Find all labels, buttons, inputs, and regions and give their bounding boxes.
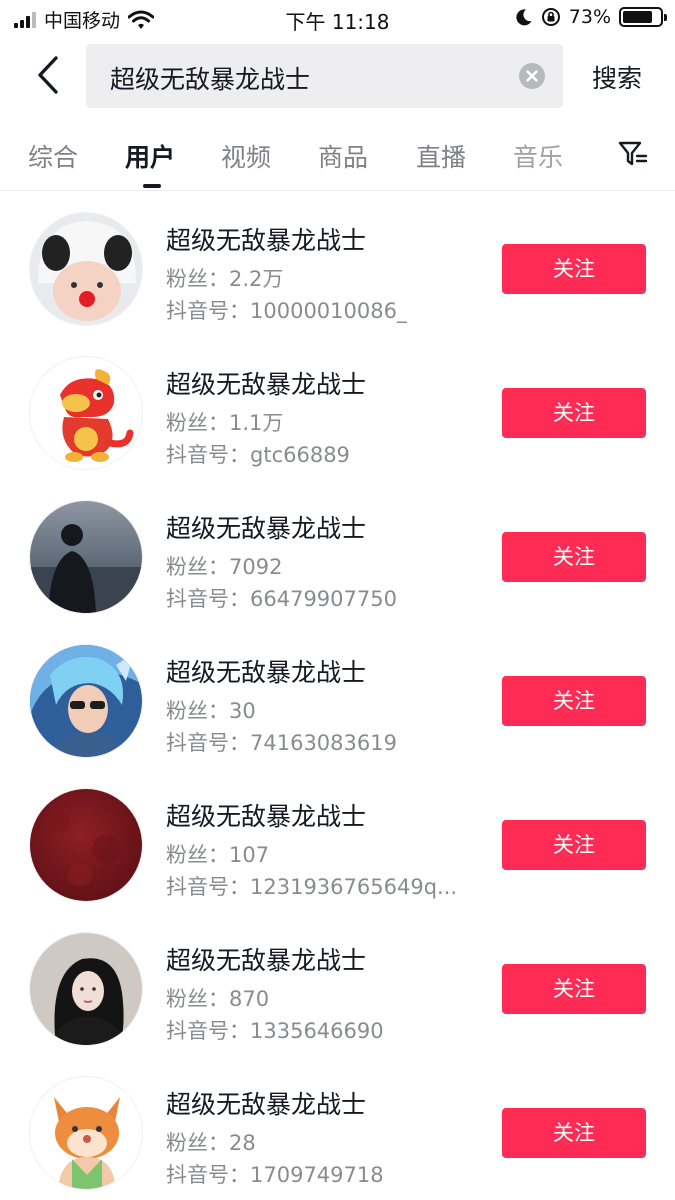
- douyin-id: 抖音号：1709749718: [166, 1163, 384, 1187]
- user-name: 超级无敌暴龙战士: [166, 658, 367, 687]
- woman-portrait-avatar: [30, 933, 142, 1045]
- follow-button[interactable]: 关注: [502, 820, 646, 870]
- douyin-id: 抖音号：1335646690: [166, 1019, 384, 1043]
- follow-button[interactable]: 关注: [502, 532, 646, 582]
- follow-button[interactable]: 关注: [502, 676, 646, 726]
- user-row[interactable]: 超级无敌暴龙战士 粉丝：30 抖音号：74163083619 关注: [0, 623, 675, 767]
- douyin-id: 抖音号：10000010086_: [166, 299, 408, 323]
- search-button[interactable]: 搜索: [592, 59, 642, 95]
- avatar[interactable]: [29, 1076, 143, 1190]
- active-tab-indicator: [143, 184, 161, 188]
- tab-products[interactable]: 商品: [318, 138, 368, 174]
- filter-icon[interactable]: [618, 140, 648, 168]
- user-row[interactable]: 超级无敌暴龙战士 粉丝：1.1万 抖音号：gtc66889 关注: [0, 335, 675, 479]
- battery-percent: 73%: [568, 6, 611, 28]
- user-row[interactable]: 超级无敌暴龙战士 粉丝：870 抖音号：1335646690 关注: [0, 911, 675, 1055]
- follow-button[interactable]: 关注: [502, 1108, 646, 1158]
- follow-button[interactable]: 关注: [502, 244, 646, 294]
- user-name: 超级无敌暴龙战士: [166, 226, 367, 255]
- tab-users[interactable]: 用户: [125, 138, 175, 174]
- rotation-lock-icon: [541, 8, 560, 26]
- status-bar: 中国移动 下午 11:18 73%: [0, 0, 675, 38]
- avatar[interactable]: [29, 932, 143, 1046]
- clear-icon[interactable]: [519, 63, 545, 89]
- fans-count: 粉丝：28: [166, 1131, 256, 1155]
- follow-button[interactable]: 关注: [502, 388, 646, 438]
- user-name: 超级无敌暴龙战士: [166, 802, 367, 831]
- avatar[interactable]: [29, 356, 143, 470]
- search-input[interactable]: 超级无敌暴龙战士: [86, 44, 563, 108]
- battery-icon: [619, 7, 667, 27]
- user-row[interactable]: 超级无敌暴龙战士 粉丝：28 抖音号：1709749718 关注: [0, 1055, 675, 1199]
- avatar[interactable]: [29, 788, 143, 902]
- back-icon[interactable]: [28, 52, 68, 98]
- avatar[interactable]: [29, 644, 143, 758]
- user-row[interactable]: 超级无敌暴龙战士 粉丝：2.2万 抖音号：10000010086_ 关注: [0, 191, 675, 335]
- fans-count: 粉丝：30: [166, 699, 256, 723]
- blue-hair-game-character-avatar: [30, 645, 142, 757]
- tab-live[interactable]: 直播: [416, 138, 466, 174]
- user-name: 超级无敌暴龙战士: [166, 370, 367, 399]
- moon-icon: [516, 9, 532, 26]
- search-query[interactable]: 超级无敌暴龙战士: [110, 60, 310, 96]
- user-name: 超级无敌暴龙战士: [166, 946, 367, 975]
- douyin-id: 抖音号：gtc66889: [166, 443, 350, 467]
- tab-music[interactable]: 音乐: [513, 138, 563, 174]
- screen: 中国移动 下午 11:18 73% 超级无敌暴龙战士 搜索 综合 用户 视频 商…: [0, 0, 675, 1200]
- douyin-id: 抖音号：66479907750: [166, 587, 397, 611]
- fans-count: 粉丝：870: [166, 987, 270, 1011]
- search-header: 超级无敌暴龙战士 搜索: [0, 40, 675, 112]
- user-row[interactable]: 超级无敌暴龙战士 粉丝：107 抖音号：1231936765649q... 关注: [0, 767, 675, 911]
- status-right: 73%: [515, 6, 667, 28]
- cartoon-fox-avatar: [30, 1077, 142, 1189]
- follow-button[interactable]: 关注: [502, 964, 646, 1014]
- user-name: 超级无敌暴龙战士: [166, 514, 367, 543]
- douyin-id: 抖音号：74163083619: [166, 731, 397, 755]
- douyin-id: 抖音号：1231936765649q...: [166, 875, 458, 899]
- tab-videos[interactable]: 视频: [221, 138, 271, 174]
- red-dinosaur-avatar: [30, 357, 142, 469]
- tab-comprehensive[interactable]: 综合: [28, 138, 78, 174]
- fans-count: 粉丝：107: [166, 843, 270, 867]
- user-list: 超级无敌暴龙战士 粉丝：2.2万 抖音号：10000010086_ 关注 超级无…: [0, 191, 675, 1199]
- user-row[interactable]: 超级无敌暴龙战士 粉丝：7092 抖音号：66479907750 关注: [0, 479, 675, 623]
- category-tabs: 综合 用户 视频 商品 直播 音乐: [0, 130, 675, 190]
- avatar[interactable]: [29, 212, 143, 326]
- silhouette-by-sea-avatar: [30, 501, 142, 613]
- fans-count: 粉丝：1.1万: [166, 411, 284, 435]
- fans-count: 粉丝：2.2万: [166, 267, 284, 291]
- fans-count: 粉丝：7092: [166, 555, 283, 579]
- dark-red-texture-avatar: [30, 789, 142, 901]
- user-name: 超级无敌暴龙战士: [166, 1090, 367, 1119]
- avatar[interactable]: [29, 500, 143, 614]
- panda-hat-baby-avatar: [30, 213, 142, 325]
